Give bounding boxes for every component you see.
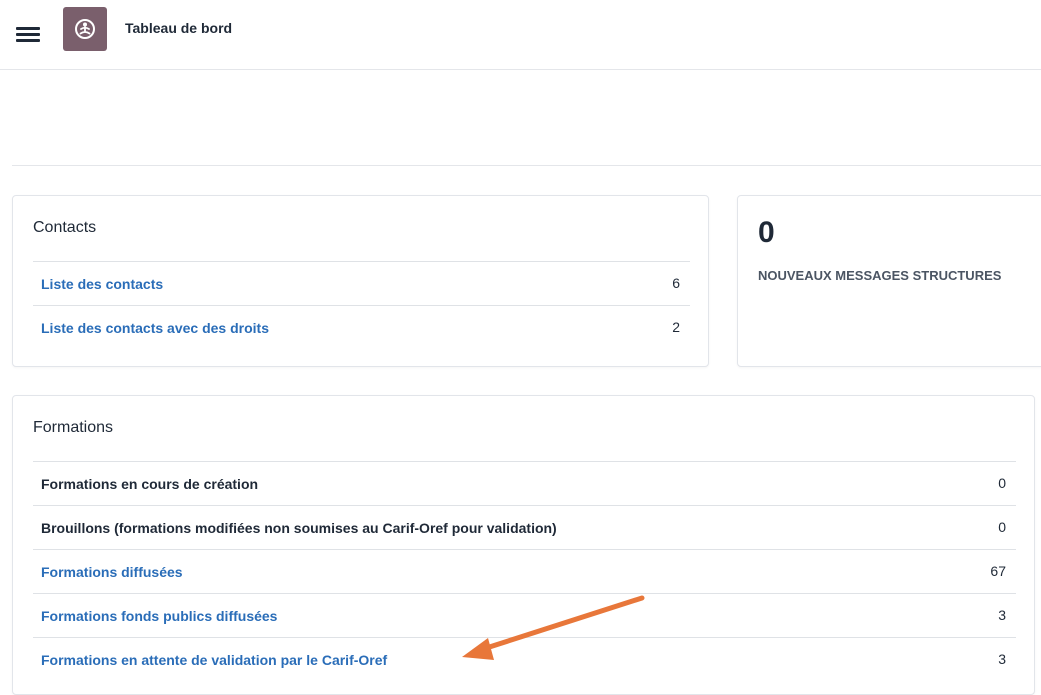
list-item: Formations en cours de création 0 — [33, 461, 1016, 505]
contacts-card-title: Contacts — [33, 219, 97, 236]
public-funds-formations-count: 3 — [998, 607, 1006, 623]
lotus-icon — [75, 19, 95, 39]
list-item: Formations en attente de validation par … — [33, 637, 1016, 681]
formations-card-title: Formations — [33, 419, 114, 436]
hamburger-menu-icon[interactable] — [16, 27, 40, 43]
formations-in-creation-label: Formations en cours de création — [41, 476, 259, 492]
pending-validation-count: 3 — [998, 651, 1006, 667]
page-title: Tableau de bord — [125, 20, 233, 36]
formations-card: Formations Formations en cours de créati… — [12, 395, 1035, 695]
list-item: Liste des contacts 6 — [33, 261, 690, 305]
contacts-list: Liste des contacts 6 Liste des contacts … — [33, 261, 690, 349]
contacts-list-link[interactable]: Liste des contacts — [41, 276, 163, 292]
list-item: Formations fonds publics diffusées 3 — [33, 593, 1016, 637]
new-messages-count: 0 — [758, 216, 775, 249]
formations-published-link[interactable]: Formations diffusées — [41, 564, 183, 580]
contacts-with-rights-count: 2 — [672, 319, 680, 335]
drafts-count: 0 — [998, 519, 1006, 535]
public-funds-formations-link[interactable]: Formations fonds publics diffusées — [41, 608, 277, 624]
list-item: Formations diffusées 67 — [33, 549, 1016, 593]
formations-list: Formations en cours de création 0 Brouil… — [33, 461, 1016, 681]
meditation-logo-icon[interactable] — [63, 7, 107, 51]
section-divider — [12, 165, 1041, 166]
top-bar: Tableau de bord — [0, 0, 1041, 70]
drafts-label: Brouillons (formations modifiées non sou… — [41, 520, 557, 536]
pending-validation-link[interactable]: Formations en attente de validation par … — [41, 652, 387, 668]
messages-card: 0 NOUVEAUX MESSAGES STRUCTURES — [737, 195, 1041, 367]
formations-in-creation-count: 0 — [998, 475, 1006, 491]
contacts-card: Contacts Liste des contacts 6 Liste des … — [12, 195, 709, 367]
list-item: Brouillons (formations modifiées non sou… — [33, 505, 1016, 549]
contacts-count: 6 — [672, 275, 680, 291]
contacts-with-rights-link[interactable]: Liste des contacts avec des droits — [41, 320, 269, 336]
new-messages-label: NOUVEAUX MESSAGES STRUCTURES — [758, 268, 1002, 283]
list-item: Liste des contacts avec des droits 2 — [33, 305, 690, 349]
formations-published-count: 67 — [990, 563, 1006, 579]
